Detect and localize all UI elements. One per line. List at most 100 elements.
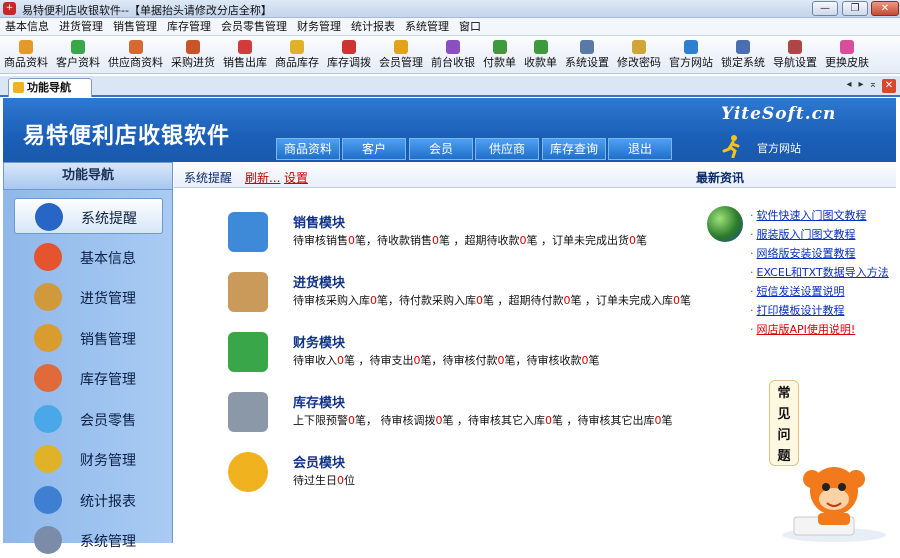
settings-link[interactable]: 设置	[284, 169, 308, 186]
module-text: 待审核采购入库	[293, 294, 370, 307]
mascot-icon[interactable]	[774, 447, 892, 543]
sidebar-item-8[interactable]: 系统管理	[14, 522, 163, 558]
menu-item-4[interactable]: 会员零售管理	[216, 18, 292, 35]
module-count[interactable]: 0	[498, 354, 505, 367]
news-link-0[interactable]: 软件快速入门图文教程	[757, 209, 867, 222]
module-count[interactable]: 0	[432, 234, 439, 247]
banner-nav-1[interactable]: 客户	[342, 138, 406, 160]
banner: 易特便利店收银软件 YiteSoft.cn 商品资料 客户 会员 供应商 库存查询 退出 …	[3, 98, 896, 162]
banner-nav-3[interactable]: 供应商	[475, 138, 539, 160]
gear-icon	[34, 526, 62, 554]
news-link-2[interactable]: 网络版安装设置教程	[757, 247, 856, 260]
toolbar-button-13[interactable]: 官方网站	[665, 36, 717, 73]
maximize-button[interactable]: ❐	[842, 1, 868, 16]
faq-char: 问	[777, 428, 791, 443]
module-count[interactable]: 0	[414, 354, 421, 367]
menu-item-8[interactable]: 窗口	[454, 18, 486, 35]
news-link-1[interactable]: 服装版入门图文教程	[757, 228, 856, 241]
module-title[interactable]: 进货模块	[293, 272, 345, 291]
box-out-icon	[34, 323, 62, 352]
module-count[interactable]: 0	[629, 234, 636, 247]
toolbar-button-4[interactable]: 销售出库	[219, 36, 271, 73]
toolbar-button-11[interactable]: 系统设置	[561, 36, 613, 73]
module-count[interactable]: 0	[564, 294, 571, 307]
finance-module-icon	[228, 332, 268, 372]
sidebar-item-1[interactable]: 基本信息	[14, 239, 163, 275]
menu-item-5[interactable]: 财务管理	[292, 18, 346, 35]
module-title[interactable]: 财务模块	[293, 332, 345, 351]
module-count[interactable]: 0	[348, 414, 355, 427]
module-count[interactable]: 0	[337, 474, 344, 487]
news-link-5[interactable]: 打印模板设计教程	[757, 304, 845, 317]
module-count[interactable]: 0	[673, 294, 680, 307]
module-count[interactable]: 0	[436, 414, 443, 427]
module-title[interactable]: 库存模块	[293, 392, 345, 411]
module-text: 笔 ，待审支出	[344, 354, 414, 367]
toolbar-button-0[interactable]: 商品资料	[0, 36, 52, 73]
toolbar-button-7[interactable]: 会员管理	[375, 36, 427, 73]
menu-item-6[interactable]: 统计报表	[346, 18, 400, 35]
news-item-4: · 短信发送设置说明	[750, 283, 895, 302]
refresh-link[interactable]: 刷新...	[245, 169, 280, 186]
sidebar-item-4[interactable]: 库存管理	[14, 360, 163, 396]
toolbar-button-10[interactable]: 收款单	[520, 36, 561, 73]
tab-next-icon[interactable]: ▸	[855, 79, 867, 90]
toolbar-button-2[interactable]: 供应商资料	[104, 36, 167, 73]
module-title[interactable]: 销售模块	[293, 212, 345, 231]
banner-nav-4[interactable]: 库存查询	[542, 138, 606, 160]
module-text: 待审收入	[293, 354, 337, 367]
tab-list-icon[interactable]: ⌅	[867, 79, 879, 90]
official-site-link[interactable]: 官方网站	[757, 140, 801, 156]
tab-prev-icon[interactable]: ◂	[843, 79, 855, 90]
minimize-button[interactable]: —	[812, 1, 838, 16]
sidebar-item-0[interactable]: 系统提醒	[14, 198, 163, 234]
news-link-4[interactable]: 短信发送设置说明	[757, 285, 845, 298]
toolbar-button-15[interactable]: 导航设置	[769, 36, 821, 73]
toolbar-button-8[interactable]: 前台收银	[427, 36, 479, 73]
chart-icon	[34, 485, 62, 514]
module-count[interactable]: 0	[348, 234, 355, 247]
sidebar-item-3[interactable]: 销售管理	[14, 320, 163, 356]
toolbar-button-6[interactable]: 库存调拨	[323, 36, 375, 73]
toolbar-button-16[interactable]: 更换皮肤	[821, 36, 873, 73]
module-count[interactable]: 0	[655, 414, 662, 427]
menu-item-1[interactable]: 进货管理	[54, 18, 108, 35]
module-count[interactable]: 0	[476, 294, 483, 307]
menu-item-7[interactable]: 系统管理	[400, 18, 454, 35]
banner-nav-2[interactable]: 会员	[409, 138, 473, 160]
menu-item-2[interactable]: 销售管理	[108, 18, 162, 35]
menu-item-3[interactable]: 库存管理	[162, 18, 216, 35]
close-button[interactable]: ✕	[871, 1, 899, 16]
chat-icon	[34, 404, 62, 433]
sidebar-item-6[interactable]: 财务管理	[14, 441, 163, 477]
module-text: 笔	[680, 294, 691, 307]
news-link-6[interactable]: 网店版API使用说明!	[757, 323, 856, 336]
banner-nav-0[interactable]: 商品资料	[276, 138, 340, 160]
tab-close-icon[interactable]: ✕	[882, 79, 896, 93]
toolbar-button-3[interactable]: 采购进货	[167, 36, 219, 73]
module-count[interactable]: 0	[520, 234, 527, 247]
sidebar-item-7[interactable]: 统计报表	[14, 482, 163, 518]
module-count[interactable]: 0	[545, 414, 552, 427]
module-count[interactable]: 0	[582, 354, 589, 367]
brand-title: 易特便利店收银软件	[23, 124, 231, 149]
module-text: 笔	[636, 234, 647, 247]
toolbar-button-1[interactable]: 客户资料	[52, 36, 104, 73]
banner-nav-5[interactable]: 退出	[608, 138, 672, 160]
toolbar-button-9[interactable]: 付款单	[479, 36, 520, 73]
sidebar-item-label: 基本信息	[80, 250, 136, 267]
module-count[interactable]: 0	[370, 294, 377, 307]
sidebar-item-5[interactable]: 会员零售	[14, 401, 163, 437]
module-count[interactable]: 0	[337, 354, 344, 367]
toolbar-button-5[interactable]: 商品库存	[271, 36, 323, 73]
menu-item-0[interactable]: 基本信息	[0, 18, 54, 35]
toolbar-button-14[interactable]: 锁定系统	[717, 36, 769, 73]
tab-function-nav[interactable]: 功能导航	[8, 78, 92, 97]
sidebar-item-2[interactable]: 进货管理	[14, 279, 163, 315]
module-2: 财务模块 待审收入0笔 ，待审支出0笔，待审核付款0笔，待审核收款0笔	[228, 330, 708, 380]
toolbar-button-12[interactable]: 修改密码	[613, 36, 665, 73]
news-item-5: · 打印模板设计教程	[750, 302, 895, 321]
download-globe-icon	[707, 206, 743, 242]
news-link-3[interactable]: EXCEL和TXT数据导入方法	[757, 266, 889, 279]
module-title[interactable]: 会员模块	[293, 452, 345, 471]
